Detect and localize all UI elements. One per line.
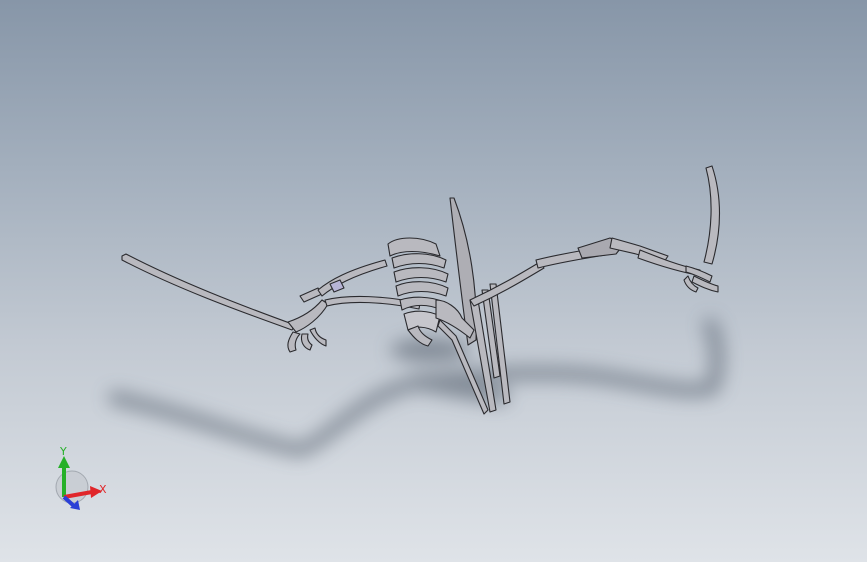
model-shadow (108, 318, 725, 458)
x-axis-label: X (99, 483, 107, 496)
y-axis-label: Y (60, 445, 67, 458)
right-hand (683, 265, 719, 293)
right-arm-bone (469, 261, 545, 307)
model-scene[interactable] (0, 0, 867, 562)
reference-triad: X Y (40, 440, 120, 520)
left-hand (287, 287, 329, 353)
ribcage (387, 237, 449, 347)
triad-icon (55, 456, 102, 510)
graphics-viewport[interactable]: X Y (0, 0, 867, 562)
right-wing-finger (703, 165, 720, 265)
left-wing-finger (121, 253, 296, 331)
left-arm-bone (317, 259, 388, 297)
